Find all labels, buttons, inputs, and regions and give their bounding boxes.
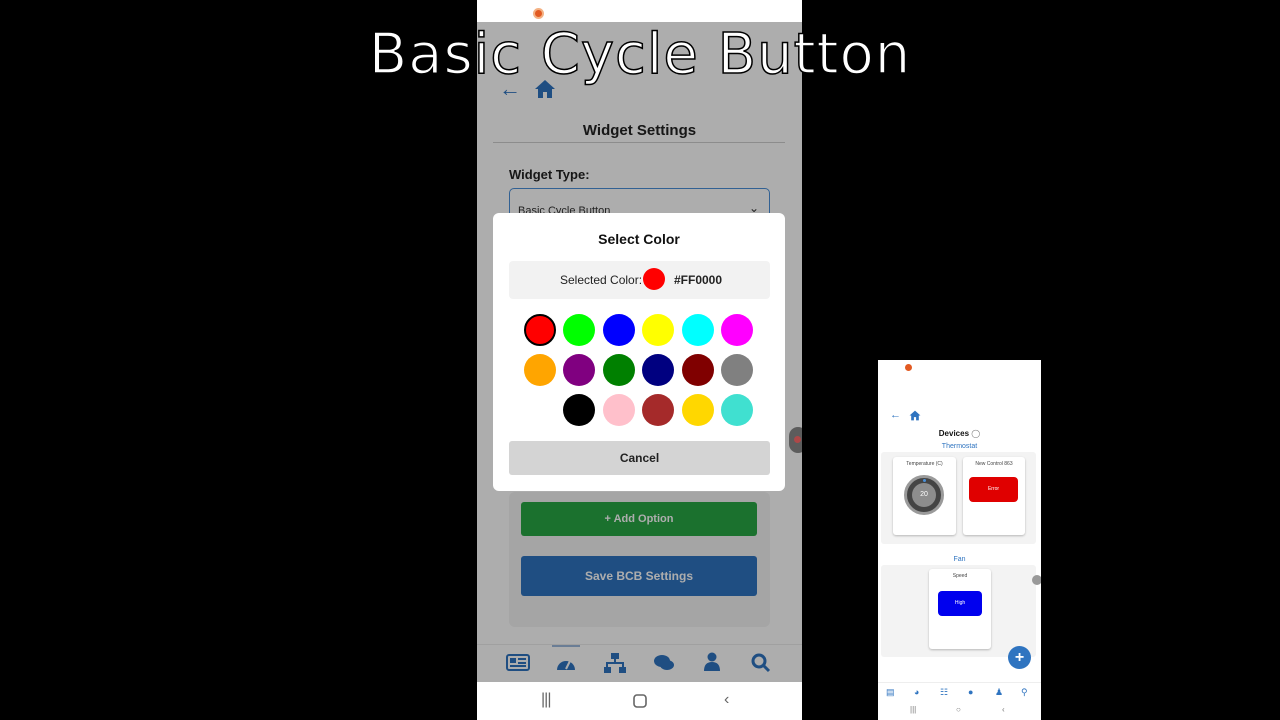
fan-panel: Speed High [881,565,1036,657]
section-title-thermostat: Thermostat [941,443,978,450]
color-swatch[interactable] [721,394,753,426]
back-icon[interactable]: ‹ [724,691,729,709]
back-icon[interactable]: ‹ [1002,705,1005,715]
color-swatch[interactable] [563,314,596,346]
control-label: New Control 863 [975,461,1013,467]
user-icon[interactable]: ♟ [995,687,1003,697]
color-swatch[interactable] [602,314,635,346]
screen-recorder-icon [533,8,544,19]
thermostat-dial[interactable]: 20 [904,475,944,515]
system-nav-bar: ||| ○ ‹ [878,702,1041,720]
system-nav-bar: ||| ‹ [477,682,802,720]
video-title: Basic Cycle Button [368,21,912,88]
color-swatch[interactable] [642,354,675,386]
error-button[interactable]: Error [969,477,1018,502]
status-bar [477,0,802,22]
page-title-text: Devices [938,429,970,438]
speed-label: Speed [952,573,968,579]
dial-indicator [923,479,926,482]
page-title: Devices ◯ [878,429,1041,438]
color-swatch[interactable] [681,314,714,346]
color-swatch[interactable] [563,354,596,386]
chat-icon[interactable]: ● [968,687,973,697]
temperature-label: Temperature (C) [906,461,943,467]
selected-color-swatch [643,268,665,290]
screen: ← Widget Settings Widget Type: Basic Cyc… [0,0,1280,720]
color-swatch[interactable] [563,394,596,426]
color-swatch[interactable] [721,314,753,346]
color-swatch[interactable] [642,314,675,346]
thermostat-panel: Temperature (C) 20 New Control 863 Error [881,452,1036,544]
bottom-tab-bar: ▤ ◕ ☷ ● ♟ ⚲ [878,682,1041,702]
screen-recorder-icon [905,364,912,371]
dashboard-icon[interactable]: ◕ [914,687,919,697]
color-swatch[interactable] [602,354,635,386]
floating-handle[interactable] [1032,575,1041,585]
color-swatch[interactable] [524,354,556,386]
speed-card: Speed High [929,569,991,649]
select-color-dialog: Select Color Selected Color: #FF0000 Can… [493,213,785,491]
section-title-fan: Fan [953,556,966,563]
color-swatch[interactable] [681,354,714,386]
arrow-left-icon[interactable]: ← [890,409,901,421]
color-swatch[interactable] [524,394,556,426]
home-button-icon[interactable] [633,694,647,708]
home-button-icon[interactable]: ○ [956,705,961,715]
temperature-card: Temperature (C) 20 [893,457,956,535]
color-swatch[interactable] [602,394,635,426]
recents-icon[interactable]: ||| [541,691,552,709]
speed-cycle-button[interactable]: High [938,591,982,616]
main-phone-screen: ← Widget Settings Widget Type: Basic Cyc… [477,0,802,720]
selected-color-label: Selected Color: [560,273,643,287]
newspaper-icon[interactable]: ▤ [886,687,895,697]
color-swatch[interactable] [642,394,675,426]
cancel-button[interactable]: Cancel [509,441,770,475]
selected-color-hex: #FF0000 [674,273,723,287]
search-icon[interactable]: ⚲ [1021,687,1028,697]
dialog-title: Select Color [598,231,680,247]
lightbulb-icon: ◯ [971,429,981,438]
control-card: New Control 863 Error [963,457,1025,535]
color-swatch[interactable] [681,394,714,426]
home-icon[interactable] [909,410,921,421]
sitemap-icon[interactable]: ☷ [940,687,948,697]
selected-color-row: Selected Color: #FF0000 [509,261,770,299]
recents-icon[interactable]: ||| [910,705,916,715]
color-swatch[interactable] [721,354,753,386]
preview-phone-screen: ← Devices ◯ Thermostat Temperature (C) 2… [878,360,1041,720]
add-icon[interactable]: + [1008,646,1031,669]
color-swatch[interactable] [524,314,556,346]
temperature-value: 20 [912,483,936,507]
